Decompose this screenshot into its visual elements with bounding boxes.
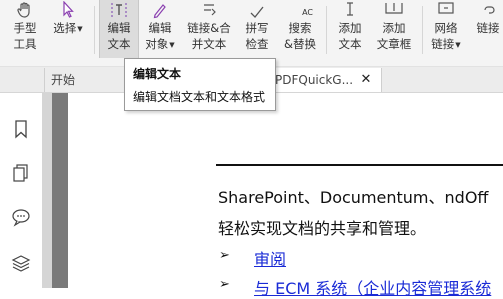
- document-background: [52, 93, 68, 288]
- spell-check-label-2: 检查: [245, 37, 269, 51]
- web-link-label-2: 链接▼: [431, 37, 461, 51]
- chevron-down-icon: ▼: [169, 40, 175, 49]
- hand-tool-label-1: 手型: [13, 21, 37, 35]
- edit-object-icon: [147, 0, 173, 20]
- review-link[interactable]: 审阅: [254, 246, 286, 270]
- document-text-line-2: 轻松实现文档的共享和管理。: [218, 219, 427, 238]
- edit-text-icon: [106, 0, 132, 20]
- bullet-arrow-icon: ➢: [219, 248, 230, 263]
- add-textbox-label-2: 文章框: [376, 37, 412, 51]
- select-label: 选择▼: [53, 21, 83, 35]
- spellcheck-icon: [244, 0, 270, 20]
- spell-check-button[interactable]: 拼写 检查: [238, 0, 276, 58]
- edit-object-label-1: 编辑: [148, 21, 172, 35]
- add-textbox-label-1: 添加: [382, 21, 406, 35]
- search-replace-button[interactable]: AC 搜索 &替换: [280, 0, 320, 58]
- link-merge-label-1: 链接&合: [187, 21, 231, 35]
- close-tab-icon[interactable]: ✕: [359, 72, 373, 88]
- edit-object-label-2: 对象▼: [145, 37, 175, 51]
- edit-text-label-2: 文本: [107, 37, 131, 51]
- link-label: 链接: [476, 21, 500, 35]
- web-link-label-1: 网络: [434, 21, 458, 35]
- tooltip: 编辑文本 编辑文档文本和文本格式: [124, 58, 276, 111]
- edit-text-label-1: 编辑: [107, 21, 131, 35]
- link-merge-icon: [196, 0, 222, 20]
- document-text-line-1: SharePoint、Documentum、ndOff: [218, 188, 489, 207]
- layers-icon[interactable]: [11, 253, 31, 273]
- hand-tool-button[interactable]: 手型 工具: [2, 0, 48, 58]
- ribbon-divider: [326, 6, 327, 54]
- chevron-down-icon: ▼: [455, 40, 461, 49]
- add-textbox-button[interactable]: 添加 文章框: [372, 0, 416, 58]
- search-replace-label-2: &替换: [284, 37, 316, 51]
- hand-tool-label-2: 工具: [13, 37, 37, 51]
- ribbon-toolbar: 手型 工具 选择▼ 编辑 文本 编辑 对象▼ 链接&合 并文本 拼写 检查 AC…: [0, 0, 503, 67]
- add-text-button[interactable]: 添加 文本: [331, 0, 369, 58]
- search-replace-icon: AC: [287, 0, 313, 20]
- horizontal-rule: [216, 164, 503, 166]
- ribbon-divider: [94, 6, 95, 54]
- add-textbox-icon: [381, 0, 407, 20]
- panel-splitter[interactable]: [42, 93, 52, 288]
- search-replace-label-1: 搜索: [288, 21, 312, 35]
- comments-icon[interactable]: [11, 207, 31, 227]
- edit-text-button[interactable]: 编辑 文本: [99, 0, 139, 58]
- web-link-icon: [433, 0, 459, 20]
- select-button[interactable]: 选择▼: [48, 0, 88, 58]
- edit-object-button[interactable]: 编辑 对象▼: [140, 0, 180, 58]
- link-merge-label-2: 并文本: [191, 37, 227, 51]
- chevron-down-icon: ▼: [77, 24, 83, 33]
- add-text-label-2: 文本: [338, 37, 362, 51]
- tooltip-description: 编辑文档文本和文本格式: [133, 90, 266, 104]
- add-text-icon: [337, 0, 363, 20]
- web-link-button[interactable]: 网络 链接▼: [426, 0, 466, 58]
- link-merge-text-button[interactable]: 链接&合 并文本: [184, 0, 234, 58]
- ecm-link[interactable]: 与 ECM 系统（企业内容管理系统: [254, 275, 491, 299]
- tooltip-title: 编辑文本: [133, 67, 182, 81]
- bookmark-icon[interactable]: [11, 119, 31, 139]
- add-text-label-1: 添加: [338, 21, 362, 35]
- hand-icon: [12, 0, 38, 20]
- link-icon: [475, 0, 501, 20]
- ribbon-divider: [422, 6, 423, 54]
- spell-check-label-1: 拼写: [245, 21, 269, 35]
- left-navigation-panel: [0, 93, 43, 288]
- bullet-arrow-icon: ➢: [219, 277, 230, 292]
- cursor-icon: [55, 0, 81, 20]
- pages-icon[interactable]: [11, 163, 31, 183]
- link-button[interactable]: 链接: [470, 0, 503, 58]
